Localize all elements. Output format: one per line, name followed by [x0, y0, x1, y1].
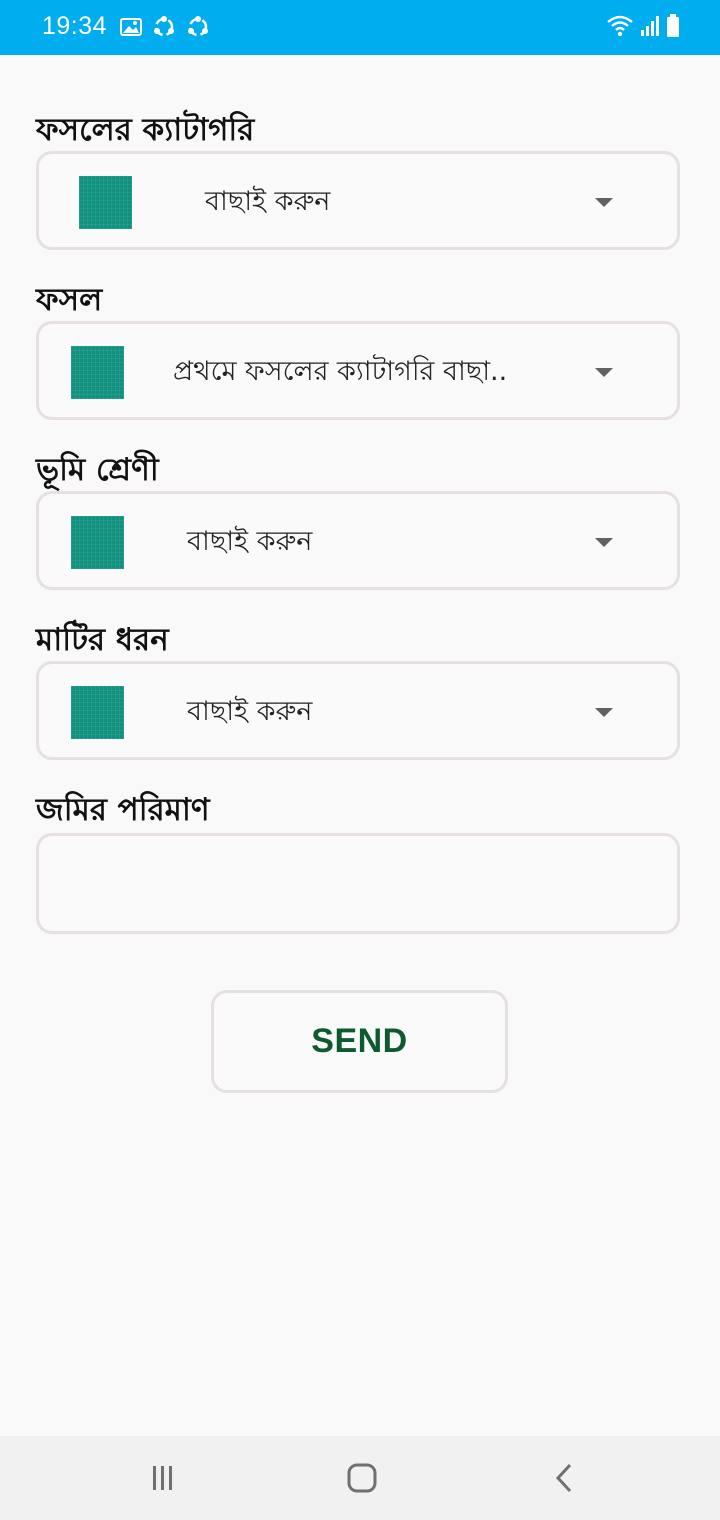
navigation-bar — [0, 1436, 720, 1520]
back-icon[interactable] — [544, 1458, 584, 1498]
land-class-label: ভূমি শ্রেণী — [36, 452, 159, 488]
crop-category-label: ফসলের ক্যাটাগরি — [36, 112, 255, 148]
wifi-icon — [606, 14, 634, 42]
home-icon[interactable] — [342, 1458, 382, 1498]
send-button[interactable]: SEND — [211, 990, 508, 1093]
land-amount-input[interactable] — [36, 833, 680, 934]
crop-category-value: বাছাই করুন — [205, 186, 331, 217]
gallery-icon — [120, 17, 142, 41]
status-time: 19:34 — [42, 12, 108, 40]
chevron-down-icon — [595, 198, 613, 207]
recent-apps-icon[interactable] — [142, 1458, 182, 1498]
crop-icon — [71, 346, 124, 399]
crop-value: প্রথমে ফসলের ক্যাটাগরি বাছা.. — [173, 356, 508, 387]
soil-type-icon — [71, 686, 124, 739]
status-notification-icons — [120, 15, 210, 43]
land-class-value: বাছাই করুন — [187, 526, 313, 557]
chevron-down-icon — [595, 368, 613, 377]
sync-icon — [186, 15, 210, 43]
soil-type-label: মাটির ধরন — [36, 622, 169, 658]
crop-category-dropdown[interactable]: বাছাই করুন — [36, 151, 680, 250]
chevron-down-icon — [595, 708, 613, 717]
land-amount-label: জমির পরিমাণ — [36, 792, 210, 828]
signal-icon — [640, 15, 660, 41]
land-class-icon — [71, 516, 124, 569]
status-system-icons — [606, 14, 680, 42]
land-class-dropdown[interactable]: বাছাই করুন — [36, 491, 680, 590]
crop-category-icon — [79, 176, 132, 229]
soil-type-dropdown[interactable]: বাছাই করুন — [36, 661, 680, 760]
crop-label: ফসল — [36, 282, 103, 318]
crop-form: ফসলের ক্যাটাগরি বাছাই করুন ফসল প্রথমে ফস… — [0, 55, 720, 1436]
battery-icon — [666, 14, 680, 42]
soil-type-value: বাছাই করুন — [187, 696, 313, 727]
crop-dropdown[interactable]: প্রথমে ফসলের ক্যাটাগরি বাছা.. — [36, 321, 680, 420]
chevron-down-icon — [595, 538, 613, 547]
sync-icon — [152, 15, 176, 43]
status-bar: 19:34 — [0, 0, 720, 55]
